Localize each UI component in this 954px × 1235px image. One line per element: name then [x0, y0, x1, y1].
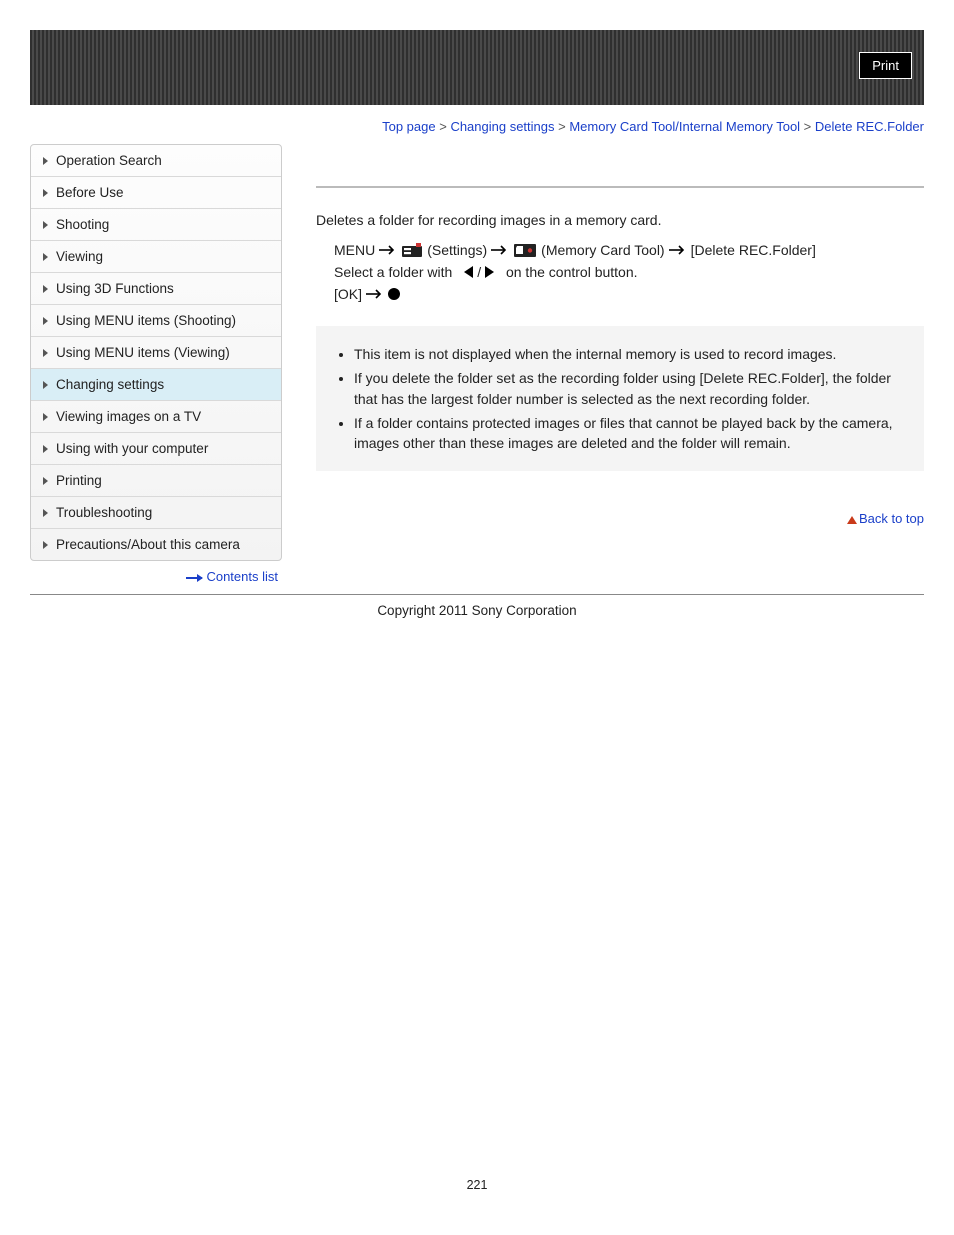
caret-right-icon [43, 541, 48, 549]
arrow-right-icon [186, 577, 202, 579]
contents-list-link-row: Contents list [30, 569, 278, 584]
sidebar-item-label: Shooting [56, 217, 109, 232]
caret-right-icon [43, 221, 48, 229]
sidebar-item-label: Viewing images on a TV [56, 409, 201, 424]
caret-right-icon [43, 381, 48, 389]
breadcrumb-sep: > [555, 119, 570, 134]
sidebar-item-label: Using with your computer [56, 441, 208, 456]
sidebar-item-label: Troubleshooting [56, 505, 152, 520]
breadcrumb-link[interactable]: Memory Card Tool/Internal Memory Tool [569, 119, 800, 134]
caret-right-icon [43, 189, 48, 197]
arrow-icon [379, 245, 397, 255]
settings-label: (Settings) [427, 242, 487, 258]
note-item: If a folder contains protected images or… [354, 413, 906, 454]
sidebar-item-label: Precautions/About this camera [56, 537, 240, 552]
sidebar-item[interactable]: Troubleshooting [31, 497, 281, 529]
step-1: MENU (Settings) (Memory Card Tool) [Dele… [334, 242, 924, 258]
sidebar-item[interactable]: Viewing images on a TV [31, 401, 281, 433]
breadcrumb-current: Delete REC.Folder [815, 119, 924, 134]
memory-card-tool-label: (Memory Card Tool) [541, 242, 664, 258]
sidebar-item[interactable]: Operation Search [31, 145, 281, 177]
breadcrumb: Top page > Changing settings > Memory Ca… [30, 119, 924, 134]
triangle-right-icon [485, 266, 494, 278]
sidebar-item[interactable]: Using MENU items (Shooting) [31, 305, 281, 337]
step2-sep: / [477, 264, 481, 280]
sidebar-item-label: Printing [56, 473, 102, 488]
menu-label: MENU [334, 242, 375, 258]
target-label: [Delete REC.Folder] [691, 242, 816, 258]
center-button-icon [388, 288, 400, 300]
sidebar-item-label: Using MENU items (Viewing) [56, 345, 230, 360]
sidebar-item[interactable]: Using with your computer [31, 433, 281, 465]
sidebar-item[interactable]: Before Use [31, 177, 281, 209]
sidebar-item[interactable]: Viewing [31, 241, 281, 273]
caret-right-icon [43, 477, 48, 485]
header-bar: Print [30, 30, 924, 105]
triangle-up-icon [847, 516, 857, 524]
sidebar-item-label: Using 3D Functions [56, 281, 174, 296]
caret-right-icon [43, 317, 48, 325]
sidebar-item[interactable]: Printing [31, 465, 281, 497]
breadcrumb-link[interactable]: Changing settings [450, 119, 554, 134]
step-3: [OK] [334, 286, 924, 302]
sidebar: Operation Search Before Use Shooting Viewin… [30, 144, 282, 561]
sidebar-item-label: Before Use [56, 185, 124, 200]
breadcrumb-sep: > [800, 119, 815, 134]
sidebar-item[interactable]: Shooting [31, 209, 281, 241]
sidebar-item[interactable]: Using 3D Functions [31, 273, 281, 305]
print-button[interactable]: Print [859, 52, 912, 79]
page-number: 221 [30, 1178, 924, 1192]
contents-list-link[interactable]: Contents list [206, 569, 278, 584]
memory-card-icon [513, 242, 537, 258]
back-to-top-link[interactable]: Back to top [859, 511, 924, 526]
breadcrumb-sep: > [436, 119, 451, 134]
sidebar-item-label: Changing settings [56, 377, 164, 392]
back-to-top-row: Back to top [316, 511, 924, 526]
triangle-left-icon [464, 266, 473, 278]
step-2: Select a folder with / on the control bu… [334, 264, 924, 280]
note-item: This item is not displayed when the inte… [354, 344, 906, 364]
settings-icon [401, 242, 423, 258]
steps: MENU (Settings) (Memory Card Tool) [Dele… [316, 242, 924, 302]
breadcrumb-link[interactable]: Top page [382, 119, 436, 134]
note-item: If you delete the folder set as the reco… [354, 368, 906, 409]
caret-right-icon [43, 285, 48, 293]
caret-right-icon [43, 253, 48, 261]
caret-right-icon [43, 445, 48, 453]
main-content: Deletes a folder for recording images in… [282, 144, 924, 526]
arrow-icon [669, 245, 687, 255]
caret-right-icon [43, 413, 48, 421]
footer-rule [30, 594, 924, 595]
caret-right-icon [43, 349, 48, 357]
sidebar-item[interactable]: Precautions/About this camera [31, 529, 281, 560]
sidebar-item[interactable]: Using MENU items (Viewing) [31, 337, 281, 369]
arrow-icon [491, 245, 509, 255]
step2-post: on the control button. [506, 264, 638, 280]
copyright: Copyright 2011 Sony Corporation [30, 603, 924, 618]
title-rule [316, 186, 924, 188]
sidebar-item-label: Using MENU items (Shooting) [56, 313, 236, 328]
sidebar-item-label: Operation Search [56, 153, 162, 168]
notes-box: This item is not displayed when the inte… [316, 326, 924, 471]
caret-right-icon [43, 157, 48, 165]
step2-pre: Select a folder with [334, 264, 452, 280]
caret-right-icon [43, 509, 48, 517]
arrow-icon [366, 289, 384, 299]
ok-label: [OK] [334, 286, 362, 302]
intro-text: Deletes a folder for recording images in… [316, 212, 924, 228]
sidebar-item[interactable]: Changing settings [31, 369, 281, 401]
sidebar-item-label: Viewing [56, 249, 103, 264]
